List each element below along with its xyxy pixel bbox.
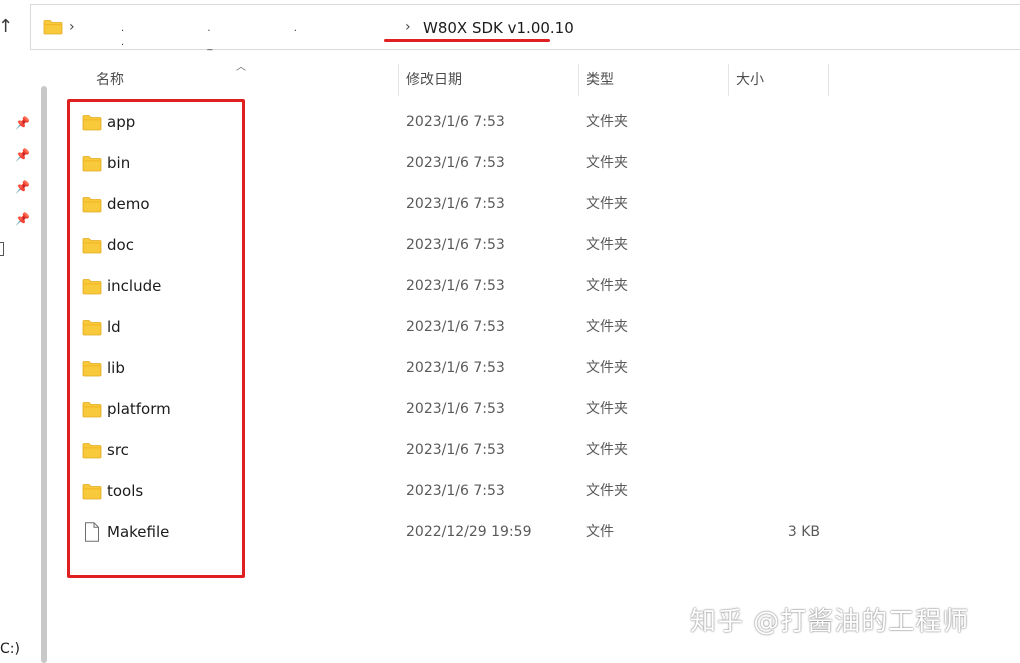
breadcrumb-current-folder[interactable]: W80X SDK v1.00.10 — [423, 18, 574, 38]
file-date-modified: 2022/12/29 19:59 — [406, 524, 532, 540]
file-type: 文件夹 — [586, 114, 628, 130]
column-header-date-modified[interactable]: 修改日期 — [406, 64, 462, 96]
pin-icon[interactable]: 📌 — [15, 212, 30, 226]
address-toolbar: ↑ › · · · · _ › W80X SDK v1.00.10 — [0, 0, 1020, 60]
file-date-modified: 2023/1/6 7:53 — [406, 237, 505, 253]
file-type: 文件夹 — [586, 237, 628, 253]
file-date-modified: 2023/1/6 7:53 — [406, 483, 505, 499]
nav-scrollbar[interactable] — [41, 86, 47, 663]
file-type: 文件夹 — [586, 483, 628, 499]
chevron-right-icon[interactable]: › — [69, 17, 75, 37]
up-arrow-icon[interactable]: ↑ — [0, 14, 16, 40]
pin-icon[interactable]: 📌 — [15, 180, 30, 194]
file-date-modified: 2023/1/6 7:53 — [406, 114, 505, 130]
red-underline-annotation — [384, 39, 550, 42]
sort-ascending-icon: ︿ — [236, 62, 246, 73]
address-bar[interactable]: › · · · · _ › W80X SDK v1.00.10 — [30, 4, 1020, 51]
watermark: 知乎 @打酱油的工程师 — [690, 607, 970, 637]
file-type: 文件夹 — [586, 155, 628, 171]
nav-drive-label[interactable]: C:) — [0, 640, 20, 658]
red-highlight-annotation — [67, 99, 245, 578]
file-type: 文件夹 — [586, 360, 628, 376]
column-divider[interactable] — [828, 64, 829, 96]
file-date-modified: 2023/1/6 7:53 — [406, 401, 505, 417]
file-date-modified: 2023/1/6 7:53 — [406, 360, 505, 376]
breadcrumb-hidden-path[interactable]: · · · · _ — [121, 25, 411, 51]
file-type: 文件夹 — [586, 401, 628, 417]
column-header-type[interactable]: 类型 — [586, 64, 614, 96]
column-divider[interactable] — [728, 64, 729, 96]
file-date-modified: 2023/1/6 7:53 — [406, 319, 505, 335]
pin-icon[interactable]: 📌 — [15, 148, 30, 162]
file-date-modified: 2023/1/6 7:53 — [406, 278, 505, 294]
file-type: 文件 — [586, 524, 614, 540]
column-divider[interactable] — [398, 64, 399, 96]
file-type: 文件夹 — [586, 442, 628, 458]
file-type: 文件夹 — [586, 319, 628, 335]
pin-icon[interactable]: 📌 — [15, 116, 30, 130]
column-header-size[interactable]: 大小 — [736, 64, 764, 96]
file-size: 3 KB — [787, 524, 820, 540]
file-date-modified: 2023/1/6 7:53 — [406, 155, 505, 171]
folder-icon — [43, 20, 63, 35]
file-type: 文件夹 — [586, 196, 628, 212]
column-header-name[interactable]: 名称 — [96, 64, 124, 96]
file-date-modified: 2023/1/6 7:53 — [406, 196, 505, 212]
chevron-right-icon[interactable]: › — [405, 17, 411, 37]
file-date-modified: 2023/1/6 7:53 — [406, 442, 505, 458]
column-divider[interactable] — [578, 64, 579, 96]
file-type: 文件夹 — [586, 278, 628, 294]
nav-item-stub[interactable] — [0, 242, 4, 256]
